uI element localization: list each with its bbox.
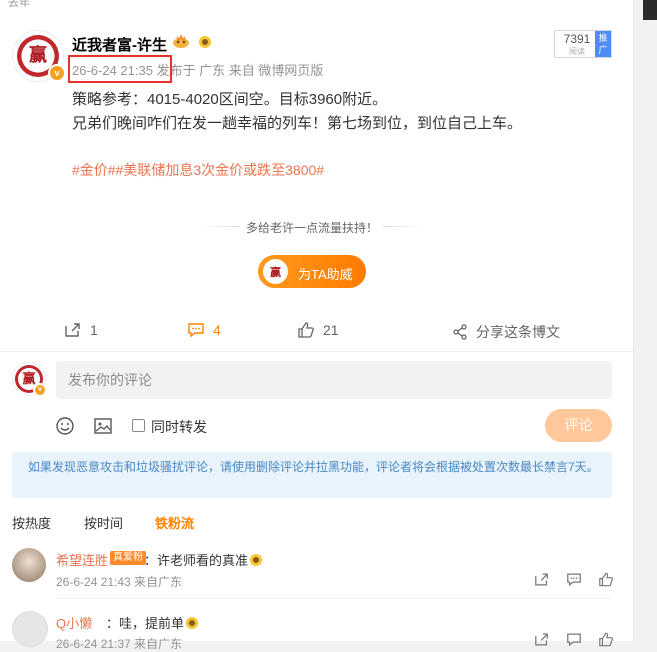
comment-input[interactable] (56, 361, 612, 399)
comment-meta: 26-6-24 21:43 来自广东 (56, 575, 183, 589)
boost-avatar-icon: 赢 (263, 259, 288, 284)
sunflower-emoji-icon (250, 554, 263, 566)
read-count-label: 阅读 (569, 47, 585, 56)
timestamp-highlight-box (68, 55, 172, 83)
comment-like-icon[interactable] (598, 632, 614, 652)
repost-icon (64, 322, 82, 341)
like-count: 21 (323, 322, 339, 339)
like-button[interactable]: 21 (297, 322, 339, 341)
boost-avatar-char: 赢 (270, 267, 281, 279)
fan-badge: 真爱粉 (110, 551, 146, 565)
forward-checkbox-label[interactable]: 同时转发 (151, 417, 207, 437)
image-upload-icon[interactable] (93, 416, 113, 441)
sunflower-emoji-icon (186, 617, 199, 629)
comment-icon (187, 322, 205, 341)
comment-text-content: ：哇，提前单 (106, 616, 185, 631)
submit-comment-button[interactable]: 评论 (545, 409, 612, 442)
post-text-line-1: 策略参考：4015-4020区间空。目标3960附近。 (72, 91, 388, 108)
share-label: 分享这条博文 (476, 324, 560, 340)
boost-button-label: 为TA助威 (298, 267, 353, 282)
repost-button[interactable]: 1 (64, 322, 98, 341)
comment-text-content: ：许老师看的真准 (144, 553, 249, 568)
commenter-name[interactable]: Q小懒 (56, 613, 92, 632)
comment-notice: 如果发现恶意攻击和垃圾骚扰评论，请使用删除评论并拉黑功能，评论者将会根据被处置次… (12, 452, 612, 498)
forward-checkbox[interactable] (132, 419, 145, 432)
comment-text: ：许老师看的真准 (144, 550, 263, 569)
right-sidebar-edge (633, 0, 657, 641)
repost-count: 1 (90, 322, 98, 339)
my-verified-badge-icon: v (33, 383, 47, 397)
rail-divider (633, 0, 634, 641)
rail-thumbnail[interactable] (643, 0, 657, 20)
comment-like-icon[interactable] (598, 572, 614, 592)
share-icon (452, 324, 468, 343)
comment-text: ：哇，提前单 (106, 613, 199, 632)
emoji-picker-icon[interactable] (55, 416, 75, 441)
section-divider (0, 351, 633, 352)
boost-button[interactable]: 赢 为TA助威 (258, 255, 366, 288)
comment-repost-icon[interactable] (534, 572, 550, 592)
commenter-avatar[interactable] (12, 548, 46, 582)
support-divider-right (383, 226, 423, 227)
post-hashtags[interactable]: #金价##美联储加息3次金价或跌至3800# (72, 160, 324, 180)
fan-level-icon[interactable] (172, 34, 190, 52)
promote-button[interactable]: 推广 (595, 31, 611, 57)
comment-separator (56, 598, 612, 599)
top-partial-text: 去年 (8, 0, 30, 9)
post-text-line-2: 兄弟们晚间咋们在发一趟幸福的列车！第七场到位，到位自己上车。 (72, 115, 523, 132)
weibo-post-card: 去年 赢 v 近我者富-许生 26-6-24 21:35 发布于 广东 来自 微… (0, 0, 633, 651)
commenter-avatar[interactable] (12, 611, 48, 647)
comment-meta: 26-6-24 21:37 来自广东 (56, 637, 183, 651)
comment-count: 4 (213, 322, 221, 339)
sort-by-time[interactable]: 按时间 (84, 513, 123, 532)
support-prompt: 多给老许一点流量扶持！ (246, 221, 379, 235)
sort-by-fans[interactable]: 铁粉流 (155, 513, 194, 532)
read-count: 7391 (563, 32, 591, 46)
support-divider-left (200, 226, 240, 227)
comment-repost-icon[interactable] (534, 632, 550, 652)
sort-by-hot[interactable]: 按热度 (12, 513, 51, 532)
comment-reply-icon[interactable] (566, 632, 582, 652)
share-button[interactable]: 分享这条博文 (452, 322, 560, 343)
comment-reply-icon[interactable] (566, 572, 582, 592)
sunflower-icon[interactable] (198, 35, 212, 52)
verified-badge-icon: v (48, 64, 66, 82)
commenter-name[interactable]: 希望连胜 (56, 550, 108, 569)
author-name[interactable]: 近我者富-许生 (72, 34, 167, 55)
read-count-badge[interactable]: 7391 阅读 推广 (554, 30, 612, 58)
comment-button[interactable]: 4 (187, 322, 221, 341)
thumbs-up-icon (297, 322, 315, 341)
